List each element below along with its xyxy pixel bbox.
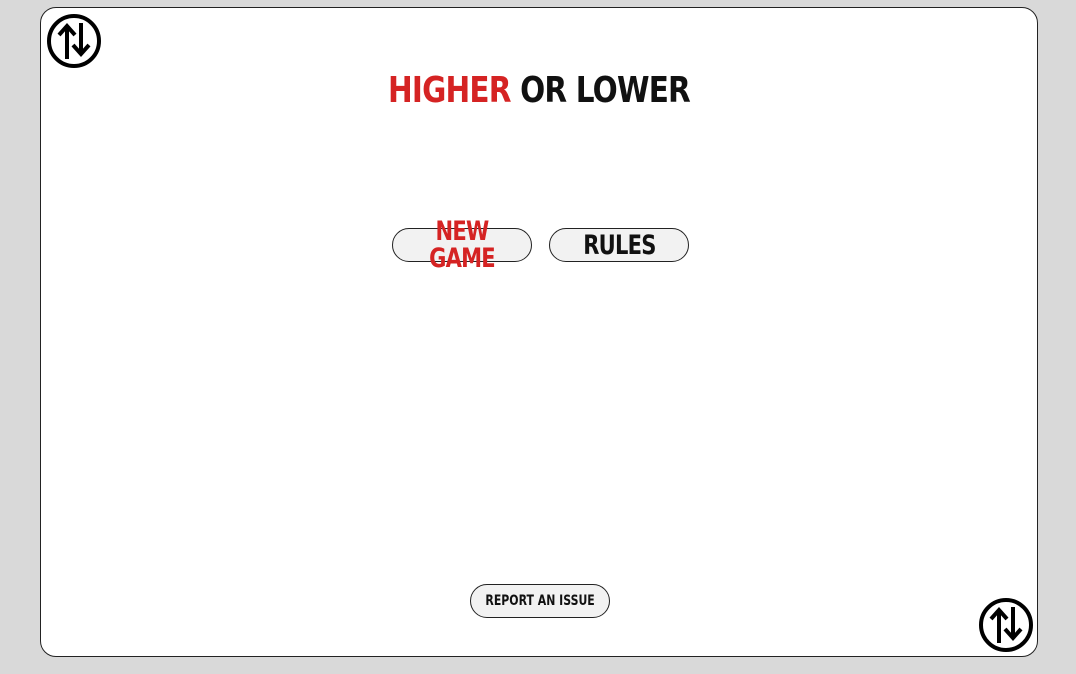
new-game-button[interactable]: NEW GAME xyxy=(392,218,532,272)
rules-button[interactable]: RULES xyxy=(549,228,689,262)
up-down-arrows-icon xyxy=(46,13,102,69)
report-issue-button[interactable]: REPORT AN ISSUE xyxy=(470,584,610,618)
new-game-label: NEW GAME xyxy=(429,216,496,274)
main-menu: NEW GAME RULES xyxy=(392,218,689,272)
rules-label: RULES xyxy=(582,229,656,261)
page-title: HIGHER OR LOWER xyxy=(131,70,948,112)
up-down-arrows-icon xyxy=(978,597,1034,653)
report-issue-label: REPORT AN ISSUE xyxy=(485,593,595,609)
title-accent: HIGHER xyxy=(388,70,511,111)
game-card: HIGHER OR LOWER NEW GAME RULES REPORT AN… xyxy=(40,7,1038,657)
title-rest: OR LOWER xyxy=(520,70,691,111)
